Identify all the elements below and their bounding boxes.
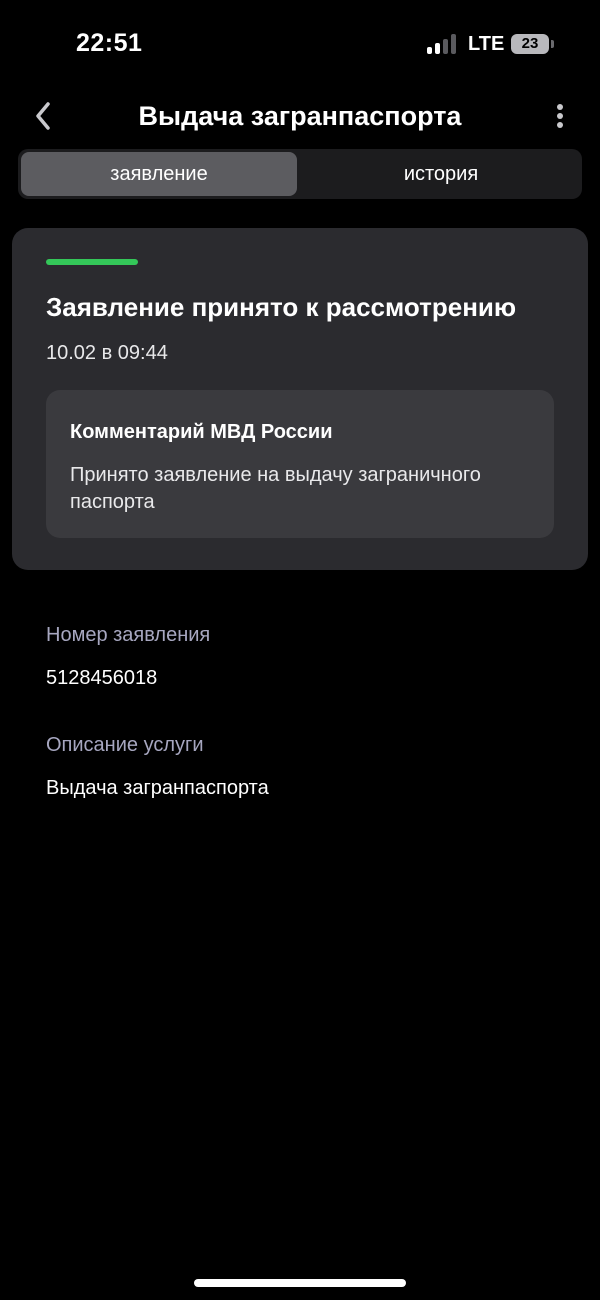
comment-title: Комментарий МВД России bbox=[70, 421, 333, 443]
status-card: Заявление принято к рассмотрению 10.02 в… bbox=[12, 228, 588, 570]
more-vertical-icon bbox=[557, 104, 563, 110]
status-title: Заявление принято к рассмотрению bbox=[46, 292, 517, 322]
page-title: Выдача загранпаспорта bbox=[138, 101, 462, 131]
status-date: 10.02 в 09:44 bbox=[46, 342, 168, 364]
home-indicator[interactable] bbox=[194, 1279, 406, 1287]
comment-text: Принято заявление на выдачу заграничного… bbox=[70, 464, 481, 513]
more-options-button[interactable] bbox=[544, 98, 576, 134]
back-button[interactable] bbox=[26, 96, 66, 136]
application-details-screen: 22:51 LTE 23 Выдача загранпаспорта заявл… bbox=[0, 0, 600, 1300]
application-number-label: Номер заявления bbox=[46, 624, 211, 646]
tab-application[interactable]: заявление bbox=[21, 152, 297, 196]
battery-tip bbox=[551, 40, 554, 48]
application-number-value: 5128456018 bbox=[46, 667, 158, 689]
tab-switcher: заявление история bbox=[18, 149, 582, 199]
status-time: 22:51 bbox=[76, 29, 143, 57]
network-type: LTE bbox=[468, 33, 505, 55]
battery-icon: 23 bbox=[511, 34, 549, 54]
service-description-label: Описание услуги bbox=[46, 734, 204, 756]
chevron-left-icon bbox=[36, 102, 50, 130]
ministry-comment: Комментарий МВД России Принято заявление… bbox=[46, 390, 554, 538]
service-description-value: Выдача загранпаспорта bbox=[46, 777, 269, 799]
tab-history[interactable]: история bbox=[303, 152, 579, 196]
status-progress-indicator bbox=[46, 259, 138, 265]
signal-strength-icon bbox=[427, 34, 459, 54]
status-bar: 22:51 LTE 23 bbox=[0, 0, 600, 90]
